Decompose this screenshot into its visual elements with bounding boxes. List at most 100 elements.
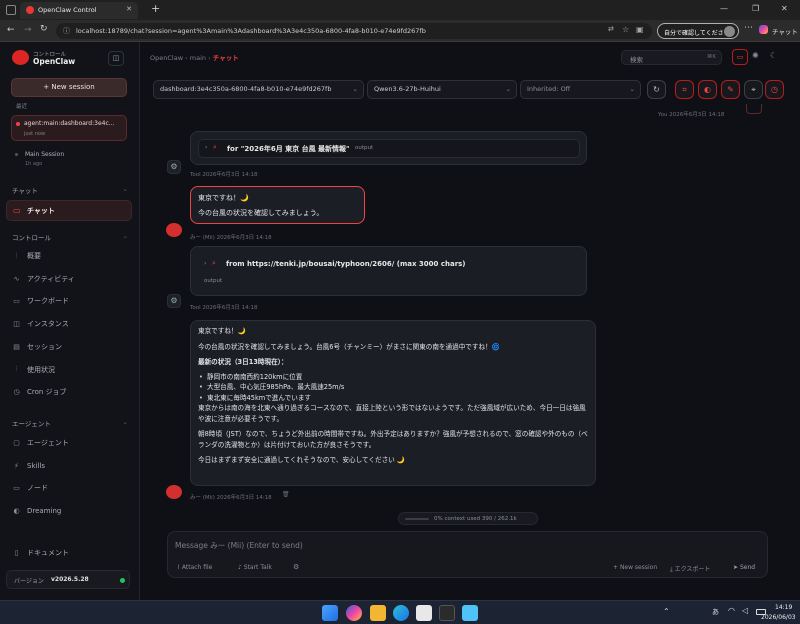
- send-button[interactable]: ➤ Send: [733, 564, 755, 571]
- verify-notice-pill[interactable]: 自分で確認してください: [657, 23, 739, 39]
- store-icon[interactable]: [416, 605, 432, 621]
- tool-call-label: from https://tenki.jp/bousai/typhoon/260…: [226, 260, 466, 268]
- tool-call-card[interactable]: › ⌕ for "2026年6月 東京 台風 最新情報" output: [190, 131, 587, 165]
- breadcrumb-root[interactable]: OpenClaw: [150, 54, 183, 62]
- chevron-down-icon: ⌄: [122, 232, 128, 240]
- copilot-app-icon[interactable]: [346, 605, 362, 621]
- crosshair-icon: ⌖: [751, 85, 756, 94]
- clock-time[interactable]: 14:19: [775, 604, 792, 611]
- page-title: チャット: [212, 54, 239, 62]
- new-tab-button[interactable]: +: [151, 2, 160, 15]
- browser-tab[interactable]: OpenClaw Control ✕: [20, 2, 138, 19]
- tab-close-icon[interactable]: ✕: [126, 5, 132, 13]
- forward-icon[interactable]: →: [24, 25, 32, 35]
- session-item[interactable]: Main Session 1h ago: [11, 146, 127, 170]
- address-field[interactable]: ⓘ localhost:18789/chat?session=agent%3Am…: [56, 23, 652, 39]
- reload-icon[interactable]: ↻: [40, 24, 48, 34]
- sidebar-item-cron[interactable]: ◷ Cron ジョブ: [12, 385, 66, 399]
- message-action-button[interactable]: [746, 104, 762, 114]
- search-input[interactable]: 検索 ⌘K: [621, 50, 722, 65]
- sidebar-item-overview[interactable]: ⫶ 概要: [12, 249, 41, 263]
- collapse-sidebar-button[interactable]: ◫: [108, 51, 124, 66]
- export-button[interactable]: ⤓ エクスポート: [670, 564, 710, 574]
- session-item-active[interactable]: agent:main:dashboard:3e4c... just now: [11, 115, 127, 141]
- copilot-icon[interactable]: [759, 25, 768, 34]
- edge-browser-icon[interactable]: [393, 605, 409, 621]
- verify-notice-text: 自分で確認してください: [664, 29, 730, 37]
- more-menu-icon[interactable]: ⋯: [744, 23, 753, 33]
- collections-icon[interactable]: ▣: [636, 25, 644, 34]
- usage-icon: ⫶: [15, 365, 18, 373]
- sidebar-item-sessions[interactable]: ▤ セッション: [12, 340, 62, 354]
- chat-scroll-area[interactable]: You 2026年6月3日 14:18 › ⌕ for "2026年6月 東京 …: [140, 104, 800, 534]
- moon-icon[interactable]: ☾: [770, 51, 777, 60]
- translate-icon[interactable]: ⇄: [608, 25, 614, 33]
- start-talk-button[interactable]: ♪ Start Talk: [238, 564, 272, 571]
- copilot-chat-label[interactable]: チャット: [772, 26, 798, 36]
- sidebar-item-dreaming[interactable]: ◐ Dreaming: [12, 504, 61, 518]
- window-maximize-button[interactable]: ❐: [752, 4, 759, 13]
- agent-section-header[interactable]: エージェント ⌄: [12, 418, 128, 428]
- tool-call-header[interactable]: › ⌕ for "2026年6月 東京 台風 最新情報" output: [198, 139, 580, 158]
- browser-menu-icon[interactable]: [6, 5, 16, 15]
- sidebar-item-usage[interactable]: ⫶ 使用状況: [12, 363, 55, 377]
- terminal-icon[interactable]: [439, 605, 455, 621]
- thinking-select-value: Inherited: Off: [527, 85, 571, 93]
- tools-toggle-button[interactable]: ✎: [721, 80, 740, 99]
- sidebar-item-label: セッション: [27, 342, 62, 351]
- activity-icon: ∿: [13, 274, 20, 283]
- thinking-select[interactable]: Inherited: Off ⌄: [520, 80, 641, 99]
- ime-indicator[interactable]: あ: [712, 607, 719, 617]
- cron-button[interactable]: ◷: [765, 80, 784, 99]
- start-menu-icon[interactable]: [322, 605, 338, 621]
- monitor-icon[interactable]: ▭: [732, 49, 748, 65]
- new-session-button[interactable]: + New session: [11, 78, 127, 97]
- back-icon[interactable]: ←: [7, 25, 15, 35]
- sidebar-item-instances[interactable]: ◫ インスタンス: [12, 317, 69, 331]
- volume-icon[interactable]: ◁: [742, 606, 748, 615]
- clock-date[interactable]: 2026/06/03: [761, 614, 796, 621]
- favorite-icon[interactable]: ☆: [622, 25, 629, 34]
- sidebar-item-workboard[interactable]: ▭ ワークボード: [12, 294, 69, 308]
- notepad-icon[interactable]: [462, 605, 478, 621]
- sidebar-item-activity[interactable]: ∿ アクティビティ: [12, 272, 75, 286]
- chat-section-header[interactable]: チャット ⌄: [12, 185, 128, 195]
- search-placeholder: 検索: [630, 56, 643, 64]
- sidebar-item-agent[interactable]: ▢ エージェント: [12, 436, 69, 450]
- session-select[interactable]: dashboard:3e4c350a-6800-4fa8-b010-e74e9f…: [153, 80, 364, 99]
- composer-new-session-button[interactable]: + New session: [613, 564, 657, 571]
- sidebar-item-docs[interactable]: ▯ ドキュメント: [12, 546, 69, 560]
- context-usage-pill: 0% context used 390 / 262.1k: [398, 512, 538, 525]
- thinking-toggle-button[interactable]: ◐: [698, 80, 717, 99]
- session-name: Main Session: [25, 151, 65, 158]
- tool-call-label: for "2026年6月 東京 台風 最新情報": [227, 145, 350, 153]
- sidebar-item-skills[interactable]: ⚡ Skills: [12, 459, 45, 473]
- file-explorer-icon[interactable]: [370, 605, 386, 621]
- model-select[interactable]: Qwen3.6-27b-Huihui ⌄: [367, 80, 517, 99]
- control-section-header[interactable]: コントロール ⌄: [12, 232, 128, 242]
- message-input[interactable]: Message みー (Mii) (Enter to send): [175, 540, 760, 551]
- sidebar-item-nodes[interactable]: ▭ ノード: [12, 481, 48, 495]
- profile-avatar[interactable]: [724, 26, 735, 37]
- window-minimize-button[interactable]: —: [720, 4, 728, 13]
- attach-file-button[interactable]: ⌇ Attach file: [177, 564, 212, 571]
- agent-section-label: エージェント: [12, 420, 51, 428]
- sidebar: コントロール OpenClaw ◫ + New session 最近 agent…: [0, 42, 140, 600]
- version-number: v2026.5.28: [51, 576, 89, 583]
- focus-button[interactable]: ⌗: [675, 80, 694, 99]
- refresh-button[interactable]: ↻: [647, 80, 666, 99]
- window-close-button[interactable]: ✕: [781, 4, 788, 13]
- scroll-bottom-button[interactable]: ⌖: [744, 80, 763, 99]
- tool-call-card[interactable]: › ⌕ from https://tenki.jp/bousai/typhoon…: [190, 246, 587, 296]
- sun-icon[interactable]: ✺: [752, 51, 759, 60]
- breadcrumb-agent[interactable]: main: [190, 54, 206, 62]
- site-info-icon[interactable]: ⓘ: [63, 26, 70, 36]
- tool-call-header[interactable]: › ⌕ from https://tenki.jp/bousai/typhoon…: [198, 256, 580, 273]
- sidebar-item-chat[interactable]: ▭ チャット: [6, 200, 132, 221]
- tray-overflow-icon[interactable]: ⌃: [663, 607, 670, 616]
- skills-icon: ⚡: [14, 461, 19, 470]
- settings-icon[interactable]: ⚙: [293, 563, 299, 571]
- wifi-icon[interactable]: ◠: [728, 606, 735, 615]
- delete-message-icon[interactable]: 🗑: [282, 491, 290, 498]
- model-select-value: Qwen3.6-27b-Huihui: [374, 85, 441, 93]
